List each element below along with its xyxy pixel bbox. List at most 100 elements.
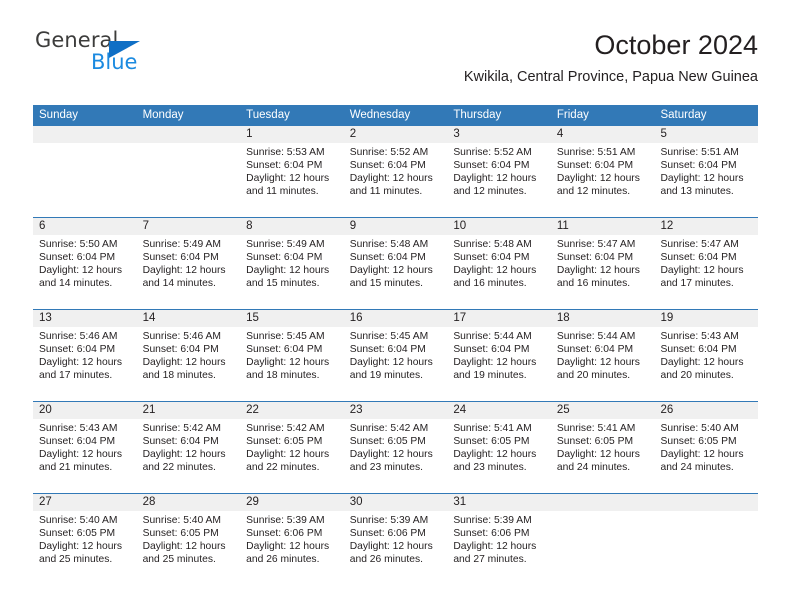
daylight-text: Daylight: 12 hours and 25 minutes. xyxy=(142,541,226,566)
day-cell[interactable]: 31 Sunrise: 5:39 AM Sunset: 6:06 PM Dayligh… xyxy=(447,494,551,585)
day-cell[interactable]: 17 Sunrise: 5:44 AM Sunset: 6:04 PM Dayligh… xyxy=(447,310,551,401)
day-number xyxy=(550,494,655,511)
day-details: Sunrise: 5:47 AM Sunset: 6:04 PM Daylight:… xyxy=(551,235,655,290)
day-cell[interactable]: 19 Sunrise: 5:43 AM Sunset: 6:04 PM Dayligh… xyxy=(654,310,759,401)
calendar-page: General Blue October 2024 Kwikila, Centr… xyxy=(0,0,792,612)
sunrise-text: Sunrise: 5:40 AM xyxy=(39,515,118,526)
day-cell[interactable]: 18 Sunrise: 5:44 AM Sunset: 6:04 PM Dayligh… xyxy=(550,310,655,401)
general-blue-logo[interactable]: General Blue xyxy=(33,28,203,84)
day-cell[interactable]: 7 Sunrise: 5:49 AM Sunset: 6:04 PM Daylight… xyxy=(136,218,241,309)
weekday-header-thursday: Thursday xyxy=(453,109,502,121)
day-cell[interactable]: 16 Sunrise: 5:45 AM Sunset: 6:04 PM Dayligh… xyxy=(343,310,448,401)
day-details: Sunrise: 5:47 AM Sunset: 6:04 PM Daylight:… xyxy=(654,235,758,290)
sunrise-text: Sunrise: 5:45 AM xyxy=(349,331,429,342)
day-cell[interactable]: 23 Sunrise: 5:42 AM Sunset: 6:05 PM Dayligh… xyxy=(343,402,448,493)
weekday-header-saturday: Saturday xyxy=(660,109,707,121)
day-details: Sunrise: 5:51 AM Sunset: 6:04 PM Daylight:… xyxy=(654,143,758,198)
sunset-text: Sunset: 6:04 PM xyxy=(246,160,323,172)
sunrise-text: Sunrise: 5:39 AM xyxy=(246,515,325,526)
day-cell[interactable]: 29 Sunrise: 5:39 AM Sunset: 6:06 PM Dayligh… xyxy=(240,494,344,585)
sunrise-text: Sunrise: 5:42 AM xyxy=(246,423,325,434)
day-cell[interactable]: 26 Sunrise: 5:40 AM Sunset: 6:05 PM Dayligh… xyxy=(654,402,759,493)
day-details: Sunrise: 5:52 AM Sunset: 6:04 PM Daylight:… xyxy=(344,143,448,198)
day-number: 10 xyxy=(447,218,551,235)
day-number: 25 xyxy=(550,402,655,419)
day-cell-empty xyxy=(550,494,655,585)
calendar-week-row: 6 Sunrise: 5:50 AM Sunset: 6:04 PM Daylight… xyxy=(33,217,759,309)
day-details: Sunrise: 5:39 AM Sunset: 6:06 PM Daylight:… xyxy=(240,511,344,566)
day-details: Sunrise: 5:41 AM Sunset: 6:05 PM Daylight:… xyxy=(447,419,551,474)
day-cell[interactable]: 8 Sunrise: 5:49 AM Sunset: 6:04 PM Daylight… xyxy=(240,218,344,309)
daylight-text: Daylight: 12 hours and 11 minutes. xyxy=(246,173,330,198)
day-cell[interactable]: 12 Sunrise: 5:47 AM Sunset: 6:04 PM Dayligh… xyxy=(654,218,759,309)
sunrise-text: Sunrise: 5:47 AM xyxy=(660,239,739,250)
day-cell[interactable]: 13 Sunrise: 5:46 AM Sunset: 6:04 PM Dayligh… xyxy=(33,310,137,401)
day-cell[interactable]: 27 Sunrise: 5:40 AM Sunset: 6:05 PM Dayligh… xyxy=(33,494,137,585)
day-cell[interactable]: 9 Sunrise: 5:48 AM Sunset: 6:04 PM Daylight… xyxy=(343,218,448,309)
day-details: Sunrise: 5:40 AM Sunset: 6:05 PM Daylight:… xyxy=(137,511,241,566)
day-details: Sunrise: 5:43 AM Sunset: 6:04 PM Daylight:… xyxy=(654,327,758,382)
sunrise-text: Sunrise: 5:50 AM xyxy=(39,239,118,250)
calendar-week-row: 1 Sunrise: 5:53 AM Sunset: 6:04 PM Daylight… xyxy=(33,126,759,217)
daylight-text: Daylight: 12 hours and 20 minutes. xyxy=(556,357,640,382)
day-number: 23 xyxy=(343,402,448,419)
sunset-text: Sunset: 6:06 PM xyxy=(246,528,323,540)
day-cell[interactable]: 22 Sunrise: 5:42 AM Sunset: 6:05 PM Dayligh… xyxy=(240,402,344,493)
sunrise-text: Sunrise: 5:49 AM xyxy=(142,239,221,250)
sunset-text: Sunset: 6:04 PM xyxy=(349,252,426,264)
daylight-text: Daylight: 12 hours and 18 minutes. xyxy=(246,357,330,382)
day-details: Sunrise: 5:40 AM Sunset: 6:05 PM Daylight:… xyxy=(33,511,137,566)
sunrise-text: Sunrise: 5:51 AM xyxy=(556,147,636,158)
day-cell[interactable]: 4 Sunrise: 5:51 AM Sunset: 6:04 PM Daylight… xyxy=(550,126,655,217)
day-cell[interactable]: 1 Sunrise: 5:53 AM Sunset: 6:04 PM Daylight… xyxy=(240,126,344,217)
day-number: 12 xyxy=(654,218,759,235)
sunrise-text: Sunrise: 5:39 AM xyxy=(453,515,532,526)
sunset-text: Sunset: 6:04 PM xyxy=(246,252,323,264)
daylight-text: Daylight: 12 hours and 24 minutes. xyxy=(660,449,744,474)
day-number: 20 xyxy=(33,402,137,419)
sunset-text: Sunset: 6:04 PM xyxy=(660,252,737,264)
sunrise-text: Sunrise: 5:51 AM xyxy=(660,147,739,158)
day-number: 22 xyxy=(240,402,344,419)
day-details: Sunrise: 5:45 AM Sunset: 6:04 PM Daylight:… xyxy=(240,327,344,382)
sunset-text: Sunset: 6:06 PM xyxy=(349,528,426,540)
day-details: Sunrise: 5:51 AM Sunset: 6:04 PM Daylight:… xyxy=(551,143,655,198)
day-cell[interactable]: 30 Sunrise: 5:39 AM Sunset: 6:06 PM Dayligh… xyxy=(343,494,448,585)
sunrise-text: Sunrise: 5:43 AM xyxy=(660,331,739,342)
day-cell[interactable]: 28 Sunrise: 5:40 AM Sunset: 6:05 PM Dayligh… xyxy=(136,494,241,585)
day-cell[interactable]: 24 Sunrise: 5:41 AM Sunset: 6:05 PM Dayligh… xyxy=(447,402,551,493)
sunset-text: Sunset: 6:04 PM xyxy=(142,436,219,448)
weekday-header-sunday: Sunday xyxy=(39,109,79,121)
daylight-text: Daylight: 12 hours and 27 minutes. xyxy=(453,541,537,566)
logo-text-general: General xyxy=(35,28,119,52)
day-cell[interactable]: 3 Sunrise: 5:52 AM Sunset: 6:04 PM Daylight… xyxy=(447,126,551,217)
sunset-text: Sunset: 6:05 PM xyxy=(349,436,426,448)
day-cell[interactable]: 25 Sunrise: 5:41 AM Sunset: 6:05 PM Dayligh… xyxy=(550,402,655,493)
day-details: Sunrise: 5:45 AM Sunset: 6:04 PM Daylight:… xyxy=(344,327,448,382)
day-cell[interactable]: 11 Sunrise: 5:47 AM Sunset: 6:04 PM Dayligh… xyxy=(550,218,655,309)
sunset-text: Sunset: 6:05 PM xyxy=(246,436,323,448)
day-cell[interactable]: 21 Sunrise: 5:42 AM Sunset: 6:04 PM Dayligh… xyxy=(136,402,241,493)
sunset-text: Sunset: 6:04 PM xyxy=(142,252,219,264)
sunrise-text: Sunrise: 5:49 AM xyxy=(246,239,325,250)
daylight-text: Daylight: 12 hours and 12 minutes. xyxy=(556,173,640,198)
day-details: Sunrise: 5:41 AM Sunset: 6:05 PM Daylight:… xyxy=(551,419,655,474)
day-cell[interactable]: 5 Sunrise: 5:51 AM Sunset: 6:04 PM Daylight… xyxy=(654,126,759,217)
day-details: Sunrise: 5:46 AM Sunset: 6:04 PM Daylight:… xyxy=(137,327,241,382)
day-details: Sunrise: 5:44 AM Sunset: 6:04 PM Daylight:… xyxy=(447,327,551,382)
day-cell[interactable]: 20 Sunrise: 5:43 AM Sunset: 6:04 PM Dayligh… xyxy=(33,402,137,493)
day-details: Sunrise: 5:48 AM Sunset: 6:04 PM Daylight:… xyxy=(344,235,448,290)
day-cell[interactable]: 10 Sunrise: 5:48 AM Sunset: 6:04 PM Dayligh… xyxy=(447,218,551,309)
sunset-text: Sunset: 6:05 PM xyxy=(142,528,219,540)
day-number: 11 xyxy=(550,218,655,235)
daylight-text: Daylight: 12 hours and 11 minutes. xyxy=(349,173,433,198)
day-number xyxy=(33,126,137,143)
day-cell[interactable]: 2 Sunrise: 5:52 AM Sunset: 6:04 PM Daylight… xyxy=(343,126,448,217)
day-cell[interactable]: 15 Sunrise: 5:45 AM Sunset: 6:04 PM Dayligh… xyxy=(240,310,344,401)
sunset-text: Sunset: 6:05 PM xyxy=(660,436,737,448)
day-cell[interactable]: 6 Sunrise: 5:50 AM Sunset: 6:04 PM Daylight… xyxy=(33,218,137,309)
daylight-text: Daylight: 12 hours and 26 minutes. xyxy=(246,541,330,566)
daylight-text: Daylight: 12 hours and 20 minutes. xyxy=(660,357,744,382)
day-cell[interactable]: 14 Sunrise: 5:46 AM Sunset: 6:04 PM Dayligh… xyxy=(136,310,241,401)
weekday-header-tuesday: Tuesday xyxy=(246,109,290,121)
